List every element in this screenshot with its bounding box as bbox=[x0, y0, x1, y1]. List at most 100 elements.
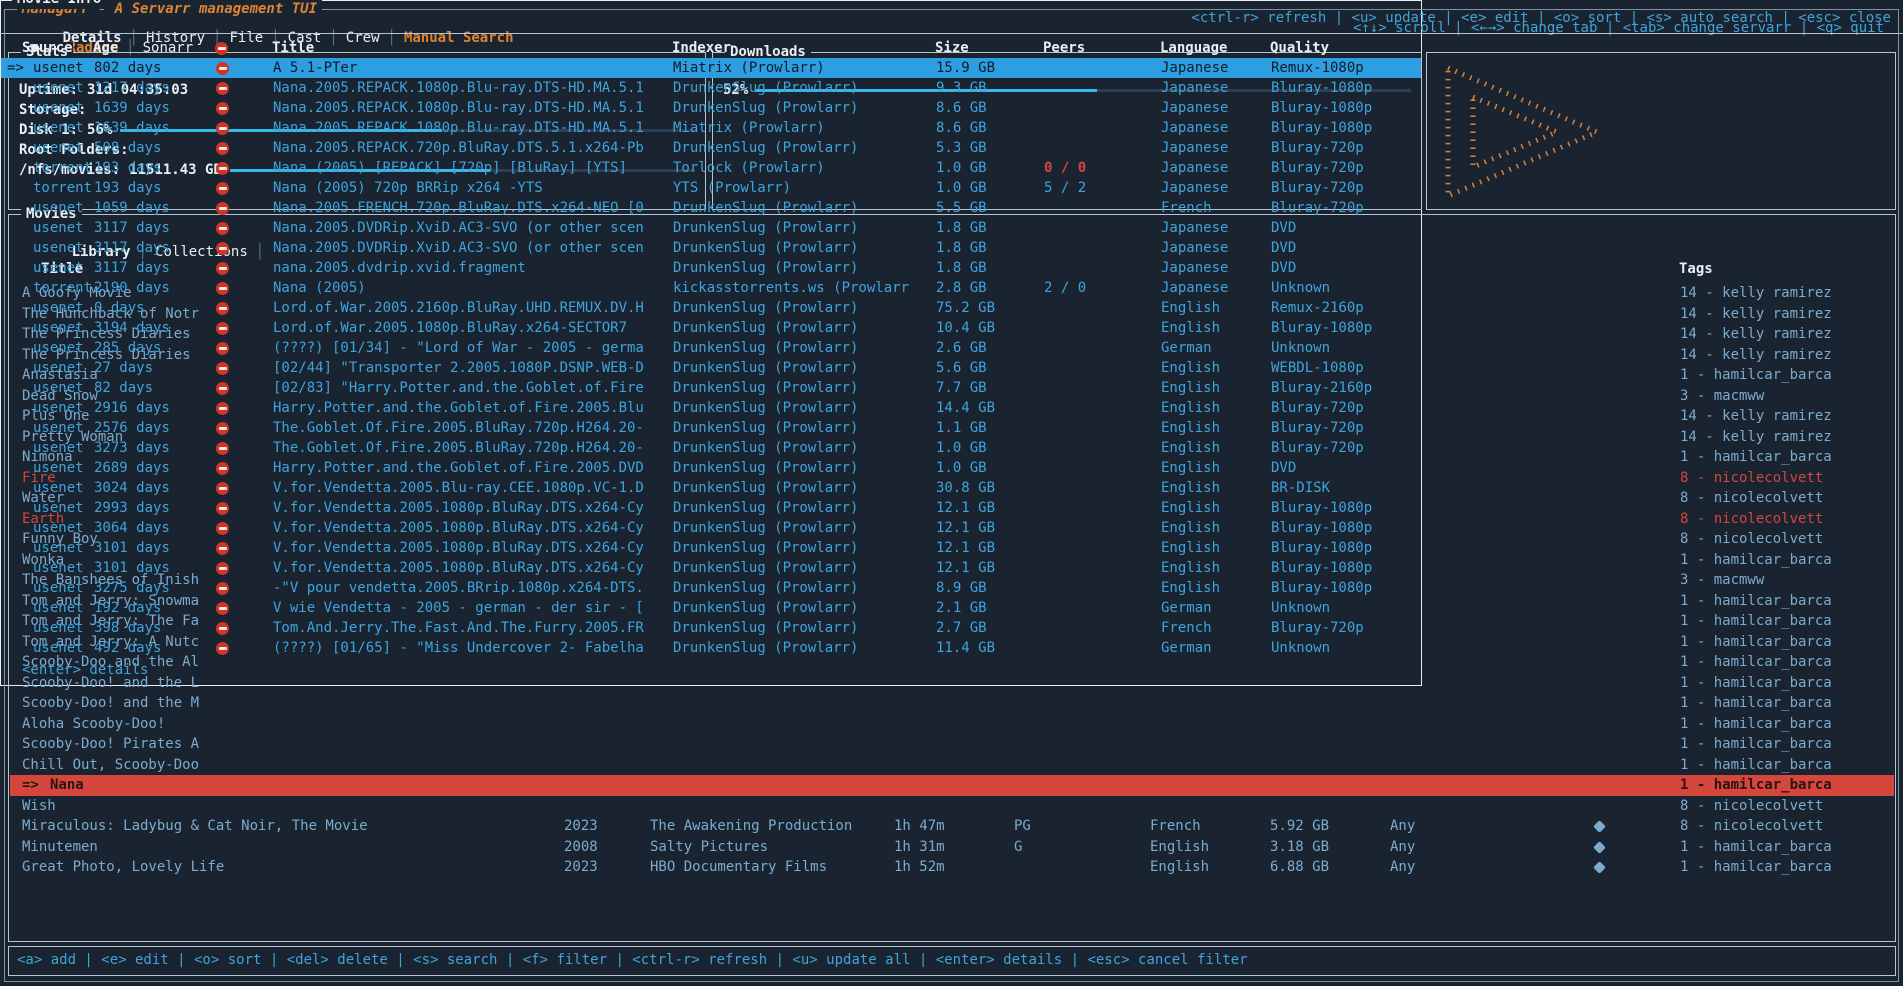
release-row[interactable]: torrent 193 days Nana (2005) 720p BRRip … bbox=[1, 178, 1421, 198]
release-quality: DVD bbox=[1271, 218, 1419, 238]
movie-row[interactable]: Minutemen 2008 Salty Pictures 1h 31m G E… bbox=[10, 837, 1894, 858]
column-peers[interactable]: Peers bbox=[1043, 38, 1085, 58]
release-row[interactable]: usenet 0 days Lord.of.War.2005.2160p.Blu… bbox=[1, 298, 1421, 318]
releases-table-body[interactable]: => usenet 802 days A 5.1-PTer Miatrix (P… bbox=[1, 58, 1421, 658]
release-row[interactable]: usenet 3064 days V.for.Vendetta.2005.108… bbox=[1, 518, 1421, 538]
movie-quality-profile: Any bbox=[1390, 816, 1415, 837]
release-row[interactable]: torrent 2190 days Nana (2005) kickasstor… bbox=[1, 278, 1421, 298]
movie-tags: 8 - nicolecolvett bbox=[1680, 509, 1894, 530]
release-indexer: DrunkenSlug (Prowlarr) bbox=[673, 398, 933, 418]
movie-row[interactable]: Wish 8 - nicolecolvett bbox=[10, 796, 1894, 817]
movie-certification: PG bbox=[1014, 816, 1031, 837]
release-age: 193 days bbox=[94, 178, 161, 198]
release-row[interactable]: usenet 1639 days Nana.2005.REPACK.1080p.… bbox=[1, 118, 1421, 138]
release-language: Japanese bbox=[1161, 258, 1228, 278]
column-quality[interactable]: Quality bbox=[1270, 38, 1329, 58]
movie-size: 3.18 GB bbox=[1270, 837, 1329, 858]
release-row[interactable]: usenet 3194 days Lord.of.War.2005.1080p.… bbox=[1, 318, 1421, 338]
release-size: 1.0 GB bbox=[936, 178, 987, 198]
release-language: Japanese bbox=[1161, 98, 1228, 118]
movie-row[interactable]: Great Photo, Lovely Life 2023 HBO Docume… bbox=[10, 857, 1894, 878]
column-age[interactable]: Age bbox=[93, 38, 118, 58]
release-row[interactable]: usenet 82 days [02/83] "Harry.Potter.and… bbox=[1, 378, 1421, 398]
movie-tags: 1 - hamilcar_barca bbox=[1680, 652, 1894, 673]
release-row[interactable]: usenet 398 days Tom.And.Jerry.The.Fast.A… bbox=[1, 618, 1421, 638]
release-row[interactable]: usenet 2689 days Harry.Potter.and.the.Go… bbox=[1, 458, 1421, 478]
tag-icon bbox=[1592, 755, 1612, 775]
movie-row[interactable]: Chill Out, Scooby-Doo 1 - hamilcar_barca bbox=[10, 755, 1894, 776]
tag-icon bbox=[1592, 652, 1612, 672]
release-row[interactable]: usenet 3024 days V.for.Vendetta.2005.Blu… bbox=[1, 478, 1421, 498]
release-size: 1.8 GB bbox=[936, 218, 987, 238]
movie-row[interactable]: => Nana 1 - hamilcar_barca bbox=[10, 775, 1894, 796]
release-row[interactable]: usenet 1217 days Nana.2005.REPACK.1080p.… bbox=[1, 78, 1421, 98]
release-size: 30.8 GB bbox=[936, 478, 995, 498]
tag-icon bbox=[1592, 427, 1612, 447]
column-size[interactable]: Size bbox=[935, 38, 969, 58]
release-indexer: Miatrix (Prowlarr) bbox=[673, 58, 933, 78]
movie-row[interactable]: Scooby-Doo! and the L 1 - hamilcar_barca bbox=[10, 673, 1894, 694]
tag-icon bbox=[1592, 837, 1612, 857]
rejection-icon bbox=[216, 218, 236, 238]
movie-tags: 1 - hamilcar_barca bbox=[1680, 734, 1894, 755]
rejection-icon bbox=[216, 538, 236, 558]
release-row[interactable]: usenet 3117 days Nana.2005.DVDRip.XviD.A… bbox=[1, 238, 1421, 258]
release-source: usenet bbox=[33, 598, 84, 618]
release-source: usenet bbox=[33, 358, 84, 378]
release-row[interactable]: usenet 508 days Nana.2005.REPACK.720p.Bl… bbox=[1, 138, 1421, 158]
release-age: 3117 days bbox=[94, 238, 170, 258]
movie-row[interactable]: Scooby-Doo! and the M 1 - hamilcar_barca bbox=[10, 693, 1894, 714]
release-indexer: DrunkenSlug (Prowlarr) bbox=[673, 638, 933, 658]
tag-icon bbox=[1592, 591, 1612, 611]
release-indexer: DrunkenSlug (Prowlarr) bbox=[673, 138, 933, 158]
tag-icon bbox=[1592, 468, 1612, 488]
rejection-icon bbox=[216, 118, 236, 138]
release-row[interactable]: => usenet 802 days A 5.1-PTer Miatrix (P… bbox=[1, 58, 1421, 78]
release-row[interactable]: usenet 27 days [02/44] "Transporter 2.20… bbox=[1, 358, 1421, 378]
movie-tags: 1 - hamilcar_barca bbox=[1680, 775, 1894, 796]
release-row[interactable]: usenet 3117 days Nana.2005.DVDRip.XviD.A… bbox=[1, 218, 1421, 238]
column-language[interactable]: Language bbox=[1160, 38, 1227, 58]
tag-icon bbox=[1592, 550, 1612, 570]
movie-title: Wish bbox=[22, 796, 542, 817]
rejection-icon bbox=[216, 358, 236, 378]
release-age: 3101 days bbox=[94, 538, 170, 558]
rejection-icon bbox=[216, 238, 236, 258]
release-row[interactable]: usenet 2576 days The.Goblet.Of.Fire.2005… bbox=[1, 418, 1421, 438]
release-row[interactable]: usenet 2993 days V.for.Vendetta.2005.108… bbox=[1, 498, 1421, 518]
movie-row[interactable]: Miraculous: Ladybug & Cat Noir, The Movi… bbox=[10, 816, 1894, 837]
release-row[interactable]: usenet 1639 days Nana.2005.REPACK.1080p.… bbox=[1, 98, 1421, 118]
release-source: usenet bbox=[33, 238, 84, 258]
release-row[interactable]: usenet 3275 days -"V pour vendetta.2005.… bbox=[1, 578, 1421, 598]
release-row[interactable]: usenet 3101 days V.for.Vendetta.2005.108… bbox=[1, 558, 1421, 578]
release-source: usenet bbox=[33, 198, 84, 218]
tag-icon bbox=[1592, 775, 1612, 795]
sort-desc-icon: ▼ bbox=[30, 38, 38, 58]
release-row[interactable]: usenet 492 days (????) [01/65] - "Miss U… bbox=[1, 638, 1421, 658]
release-row[interactable]: usenet 3117 days nana.2005.dvdrip.xvid.f… bbox=[1, 258, 1421, 278]
release-source: usenet bbox=[33, 618, 84, 638]
release-row[interactable]: torrent 193 days Nana (2005) [REPACK] [7… bbox=[1, 158, 1421, 178]
column-release-title[interactable]: Title bbox=[272, 38, 314, 58]
release-size: 11.4 GB bbox=[936, 638, 995, 658]
release-row[interactable]: usenet 192 days V wie Vendetta - 2005 - … bbox=[1, 598, 1421, 618]
release-row[interactable]: usenet 3101 days V.for.Vendetta.2005.108… bbox=[1, 538, 1421, 558]
release-language: English bbox=[1161, 378, 1220, 398]
movie-tags: 1 - hamilcar_barca bbox=[1680, 632, 1894, 653]
movie-row[interactable]: Aloha Scooby-Doo! 1 - hamilcar_barca bbox=[10, 714, 1894, 735]
tag-icon bbox=[1592, 570, 1612, 590]
rejection-icon bbox=[216, 438, 236, 458]
tag-icon bbox=[1592, 345, 1612, 365]
release-row[interactable]: usenet 3273 days The.Goblet.Of.Fire.2005… bbox=[1, 438, 1421, 458]
release-source: usenet bbox=[33, 398, 84, 418]
release-size: 1.0 GB bbox=[936, 438, 987, 458]
movie-row[interactable]: Scooby-Doo! Pirates A 1 - hamilcar_barca bbox=[10, 734, 1894, 755]
release-indexer: DrunkenSlug (Prowlarr) bbox=[673, 418, 933, 438]
movie-tags: 1 - hamilcar_barca bbox=[1680, 837, 1894, 858]
tag-icon bbox=[1592, 693, 1612, 713]
release-row[interactable]: usenet 1059 days Nana.2005.FRENCH.720p.B… bbox=[1, 198, 1421, 218]
release-row[interactable]: usenet 2916 days Harry.Potter.and.the.Go… bbox=[1, 398, 1421, 418]
column-indexer[interactable]: Indexer bbox=[672, 38, 731, 58]
release-indexer: DrunkenSlug (Prowlarr) bbox=[673, 198, 933, 218]
release-row[interactable]: usenet 285 days (????) [01/34] - "Lord o… bbox=[1, 338, 1421, 358]
